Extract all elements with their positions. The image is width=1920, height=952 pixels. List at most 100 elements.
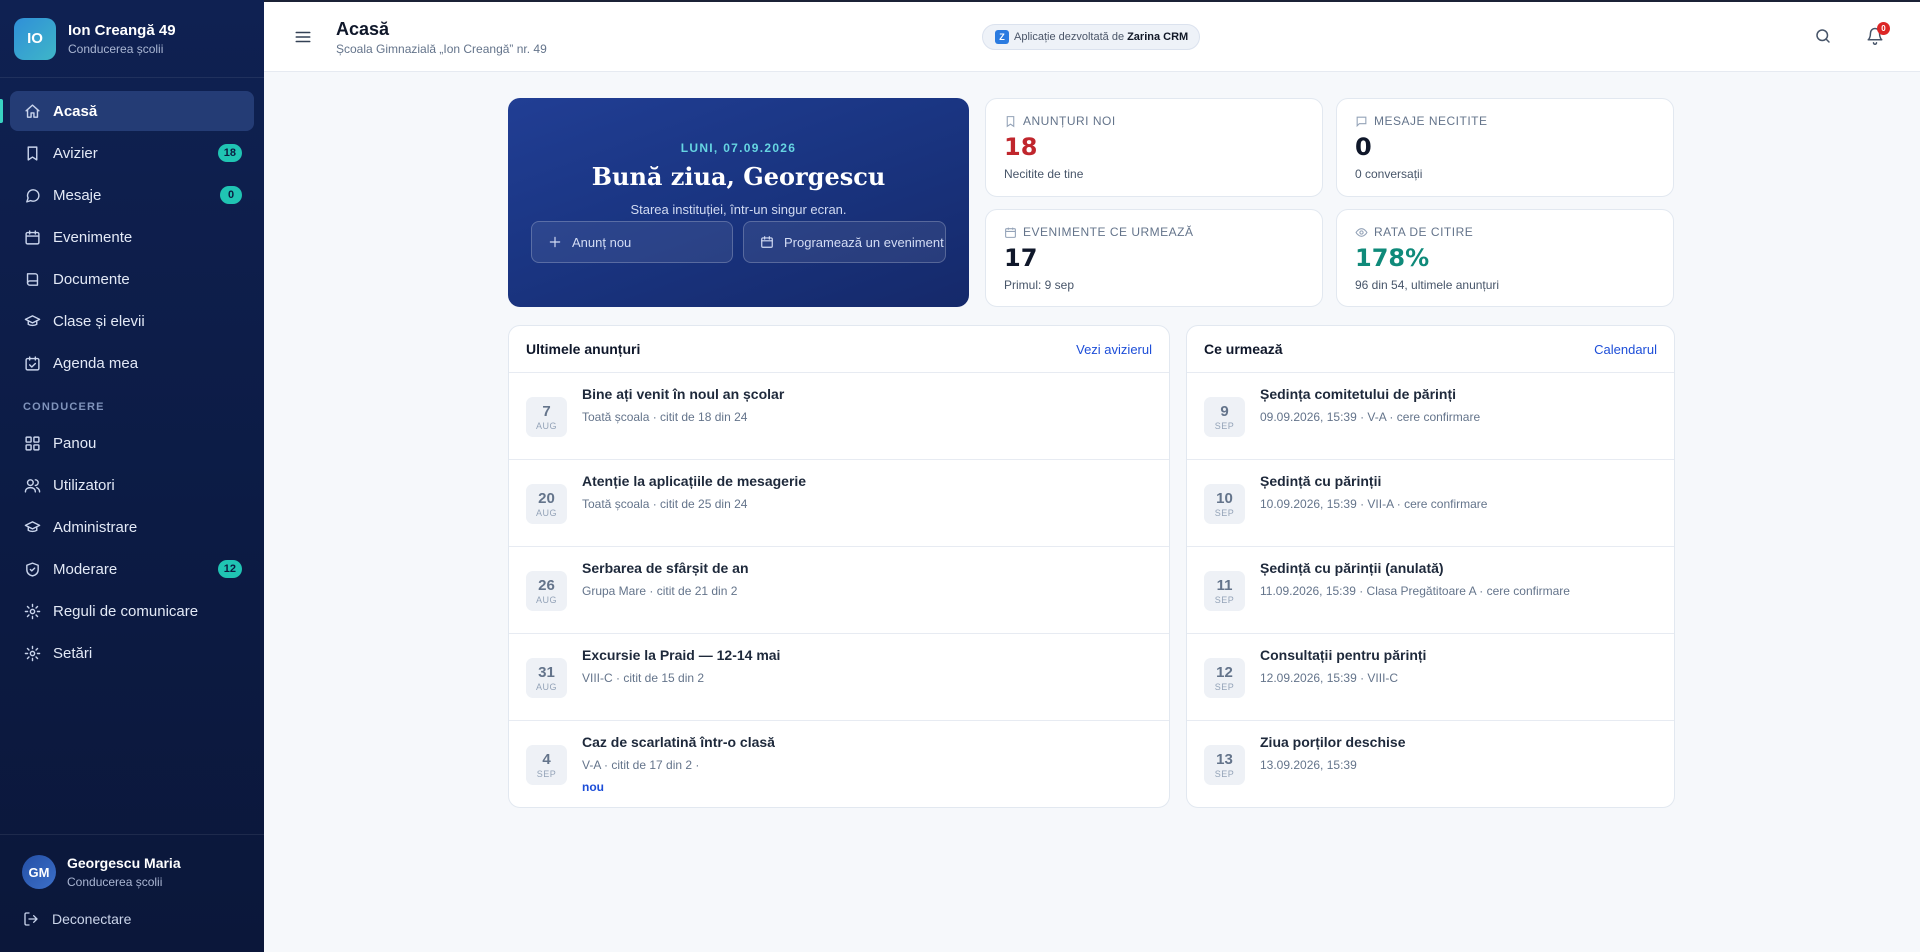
date-month: SEP [1214, 421, 1235, 431]
date-box: 31 AUG [526, 658, 567, 698]
stat-card-announcements[interactable]: ANUNȚURI NOI 18 Necitite de tine [985, 98, 1323, 197]
date-month: SEP [536, 769, 557, 779]
sidebar-item-setari[interactable]: Setări [10, 633, 254, 673]
date-day: 7 [542, 403, 551, 420]
event-row[interactable]: 9 SEP Ședința comitetului de părinți 09.0… [1187, 373, 1674, 460]
menu-toggle-button[interactable] [294, 28, 312, 46]
stat-label: RATA DE CITIRE [1374, 225, 1474, 239]
sidebar: IO Ion Creangă 49 Conducerea școlii Acas… [0, 0, 264, 952]
date-month: AUG [535, 508, 557, 518]
stat-value: 17 [1004, 244, 1038, 272]
sidebar-item-acasa[interactable]: Acasă [0, 91, 254, 131]
date-day: 12 [1216, 664, 1233, 681]
plus-icon [549, 236, 561, 248]
date-box: 11 SEP [1204, 571, 1245, 611]
calendar-icon [761, 236, 773, 248]
sidebar-item-mesaje[interactable]: Mesaje 0 [10, 175, 254, 215]
sidebar-item-panou[interactable]: Panou [10, 423, 254, 463]
date-day: 20 [538, 490, 555, 507]
notifications-button[interactable]: 0 [1866, 22, 1890, 47]
row-title: Serbarea de sfârșit de an [582, 560, 749, 576]
date-day: 9 [1220, 403, 1229, 420]
announcement-row[interactable]: 4 SEP Caz de scarlatină într-o clasă V-A … [509, 721, 1169, 807]
announcement-row[interactable]: 26 AUG Serbarea de sfârșit de an Grupa Ma… [509, 547, 1169, 634]
sidebar-item-evenimente[interactable]: Evenimente [10, 217, 254, 257]
stat-card-read-rate[interactable]: RATA DE CITIRE 178% 96 din 54, ultimele … [1336, 209, 1674, 307]
new-announcement-label: Anunț nou [572, 234, 632, 250]
row-meta: 10.09.2026, 15:39 · VII-A · cere confirm… [1260, 497, 1488, 511]
date-day: 11 [1216, 577, 1233, 594]
row-meta: 12.09.2026, 15:39 · VIII-C [1260, 671, 1399, 685]
developer-text: Aplicație dezvoltată de [1014, 31, 1125, 43]
row-title: Excursie la Praid — 12-14 mai [582, 647, 781, 663]
date-month: SEP [1214, 682, 1235, 692]
main-nav: Acasă Avizier 18 Mesaje 0 Evenimente Doc… [0, 78, 264, 673]
calendar-icon [23, 228, 41, 246]
stat-card-messages[interactable]: MESAJE NECITITE 0 0 conversații [1336, 98, 1674, 197]
sidebar-item-documente[interactable]: Documente [10, 259, 254, 299]
announcement-row[interactable]: 7 AUG Bine ați venit în noul an școlar To… [509, 373, 1169, 460]
sidebar-item-moderare[interactable]: Moderare 12 [10, 549, 254, 589]
new-tag: nou [582, 780, 604, 794]
date-month: AUG [535, 421, 557, 431]
users-icon [23, 476, 41, 494]
sidebar-item-agenda[interactable]: Agenda mea [10, 343, 254, 383]
event-row[interactable]: 12 SEP Consultații pentru părinți 12.09.2… [1187, 634, 1674, 721]
user-profile[interactable]: GM Georgescu Maria Conducerea școlii [0, 835, 264, 889]
nav-section-conducere: CONDUCERE [23, 401, 105, 413]
sidebar-footer: GM Georgescu Maria Conducerea școlii Dec… [0, 834, 264, 952]
logout-button[interactable]: Deconectare [0, 889, 264, 928]
sidebar-item-utilizatori[interactable]: Utilizatori [10, 465, 254, 505]
row-meta: 09.09.2026, 15:39 · V-A · cere confirmar… [1260, 410, 1481, 424]
sidebar-item-avizier[interactable]: Avizier 18 [10, 133, 254, 173]
notification-count-badge: 0 [1877, 22, 1890, 35]
stat-note: Primul: 9 sep [1004, 278, 1075, 292]
event-row[interactable]: 13 SEP Ziua porților deschise 13.09.2026,… [1187, 721, 1674, 807]
stat-card-events[interactable]: EVENIMENTE CE URMEAZĂ 17 Primul: 9 sep [985, 209, 1323, 307]
sidebar-item-administrare[interactable]: Administrare [10, 507, 254, 547]
sidebar-item-label: Mesaje [53, 186, 102, 204]
calendar-link[interactable]: Calendarul [1594, 342, 1657, 357]
row-meta: VIII-C · citit de 15 din 2 [582, 671, 705, 685]
sidebar-item-clase[interactable]: Clase și elevii [10, 301, 254, 341]
hero-date: LUNI, 07.09.2026 [680, 141, 797, 155]
sidebar-item-reguli[interactable]: Reguli de comunicare [10, 591, 254, 631]
announcement-row[interactable]: 20 AUG Atenție la aplicațiile de mesageri… [509, 460, 1169, 547]
stat-note: Necitite de tine [1004, 167, 1084, 181]
stat-value: 0 [1355, 133, 1372, 161]
book-icon [23, 270, 41, 288]
developer-badge[interactable]: Z Aplicație dezvoltată de Zarina CRM [982, 24, 1201, 50]
row-meta: Grupa Mare · citit de 21 din 2 [582, 584, 738, 598]
sidebar-item-label: Clase și elevii [53, 312, 145, 330]
gear-icon [23, 644, 41, 662]
search-button[interactable] [1814, 27, 1834, 47]
announcement-row[interactable]: 31 AUG Excursie la Praid — 12-14 mai VIII… [509, 634, 1169, 721]
row-meta: Toată școala · citit de 18 din 24 [582, 410, 748, 424]
bookmark-icon [23, 144, 41, 162]
row-title: Ziua porților deschise [1260, 734, 1406, 750]
user-name: Georgescu Maria [67, 855, 181, 871]
sidebar-item-label: Administrare [53, 518, 138, 536]
schedule-event-label: Programează un eveniment [784, 234, 944, 250]
dashboard-grid-icon [23, 434, 41, 452]
top-bar: Acasă Școala Gimnazială „Ion Creangă” nr… [264, 0, 1920, 72]
stat-label: MESAJE NECITITE [1374, 114, 1488, 128]
date-day: 26 [538, 577, 555, 594]
event-row[interactable]: 10 SEP Ședință cu părinții 10.09.2026, 15… [1187, 460, 1674, 547]
row-title: Caz de scarlatină într-o clasă [582, 734, 775, 750]
event-row[interactable]: 11 SEP Ședință cu părinții (anulată) 11.0… [1187, 547, 1674, 634]
sidebar-item-label: Utilizatori [53, 476, 115, 494]
new-announcement-button[interactable]: Anunț nou [531, 221, 733, 263]
calendar-check-icon [23, 354, 41, 372]
row-title: Bine ați venit în noul an școlar [582, 386, 785, 402]
sidebar-item-label: Avizier [53, 144, 98, 162]
brand[interactable]: IO Ion Creangă 49 Conducerea școlii [0, 0, 264, 78]
home-icon [23, 102, 41, 120]
row-title: Ședința comitetului de părinți [1260, 386, 1457, 402]
stat-label: ANUNȚURI NOI [1023, 114, 1116, 128]
sidebar-item-label: Documente [53, 270, 130, 288]
view-bulletin-link[interactable]: Vezi avizierul [1076, 342, 1152, 357]
row-meta: Toată școala · citit de 25 din 24 [582, 497, 748, 511]
row-meta: V-A · citit de 17 din 2 · [582, 758, 700, 772]
schedule-event-button[interactable]: Programează un eveniment [743, 221, 946, 263]
